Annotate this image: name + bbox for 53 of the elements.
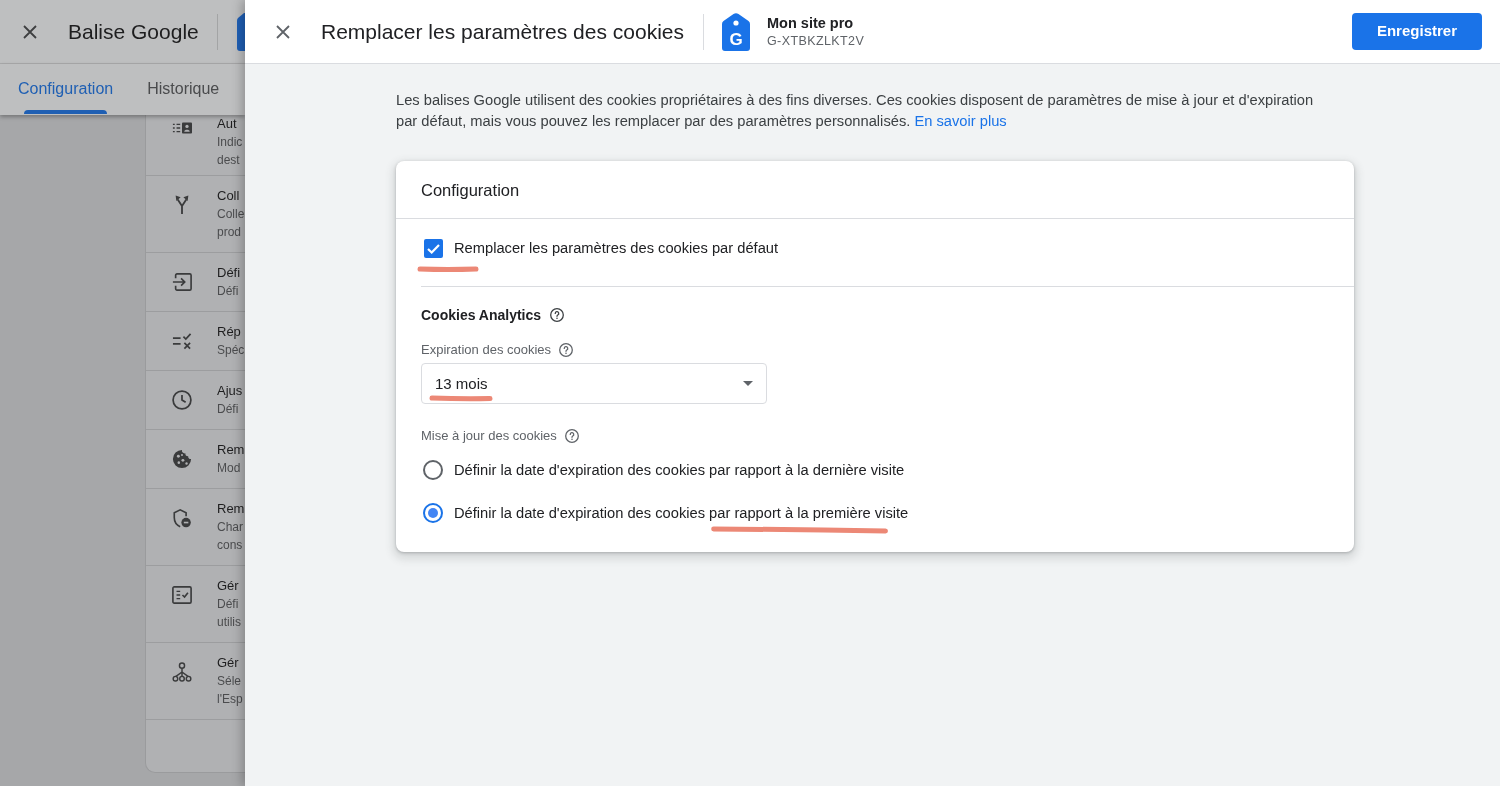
tab[interactable]: Historique xyxy=(147,64,220,115)
learn-more-link[interactable]: En savoir plus xyxy=(914,113,1007,129)
close-icon[interactable] xyxy=(23,24,37,39)
setting-title: Gér xyxy=(217,577,240,595)
clock-icon xyxy=(171,390,192,410)
setting-description: Défi xyxy=(217,401,240,418)
help-icon[interactable] xyxy=(550,308,565,322)
setting-description: Colle prod xyxy=(217,206,245,241)
intro-text: Les balises Google utilisent des cookies propriétaires à des fins diverses. Ces cookies disposent de paramètres de mise à jour et d'expiration par défaut, mais vous pouvez les remplacer par des paramètres personnalisés. En savoir plus xyxy=(396,91,1315,131)
property-name: Mon site pro xyxy=(767,14,855,32)
setting-description: Défi utilis xyxy=(217,596,241,631)
setting-title: Coll xyxy=(217,187,241,205)
radio-button[interactable] xyxy=(423,460,443,480)
setting-description: Indic dest xyxy=(217,134,243,169)
arrow-into-box-icon xyxy=(171,272,192,292)
shield-minus-icon xyxy=(171,508,192,528)
setting-title: Rép xyxy=(217,323,242,341)
hierarchy-icon xyxy=(171,662,192,682)
checklist-icon xyxy=(171,331,192,351)
section-title: Cookies Analytics xyxy=(421,306,542,324)
dropdown-field[interactable]: 13 mois xyxy=(421,363,767,404)
setting-title: Rem xyxy=(217,500,245,518)
property-id: G-XTBKZLKT2V xyxy=(767,33,865,49)
save-button[interactable]: Enregistrer xyxy=(1351,13,1482,50)
help-icon[interactable] xyxy=(564,429,579,443)
radio-button[interactable] xyxy=(423,503,443,523)
tag-icon xyxy=(236,12,245,51)
field-label: Mise à jour des cookies xyxy=(421,428,557,444)
setting-description: Mod xyxy=(217,460,242,477)
setting-description: Char cons xyxy=(217,519,244,554)
setting-description: Spéc xyxy=(217,342,245,359)
page-title: Balise Google xyxy=(68,19,199,44)
checkbox[interactable] xyxy=(424,239,443,258)
card-title: Configuration xyxy=(421,179,520,200)
drawer-title: Remplacer les paramètres des cookies xyxy=(321,19,684,44)
radio-label: Définir la date d'expiration des cookies par rapport à la première visite xyxy=(454,503,909,523)
setting-title: Ajus xyxy=(217,382,243,400)
checklist-box-icon xyxy=(171,585,192,605)
close-icon[interactable] xyxy=(276,24,290,39)
checkbox-label: Remplacer les paramètres des cookies par défaut xyxy=(454,239,779,258)
setting-description: Défi xyxy=(217,283,240,300)
tab[interactable]: Configuration xyxy=(18,64,114,115)
tag-logo: G xyxy=(722,12,750,51)
setting-title: Aut xyxy=(217,115,238,133)
field-label: Expiration des cookies xyxy=(421,342,552,358)
help-icon[interactable] xyxy=(559,343,574,357)
radio-label: Définir la date d'expiration des cookies par rapport à la dernière visite xyxy=(454,461,905,480)
setting-title: Gér xyxy=(217,654,240,672)
setting-title: Défi xyxy=(217,264,241,282)
cookie-icon xyxy=(171,449,192,469)
setting-title: Rem xyxy=(217,441,245,459)
dropdown-caret-icon xyxy=(743,381,753,386)
setting-description: Séle l'Esp xyxy=(217,673,243,708)
